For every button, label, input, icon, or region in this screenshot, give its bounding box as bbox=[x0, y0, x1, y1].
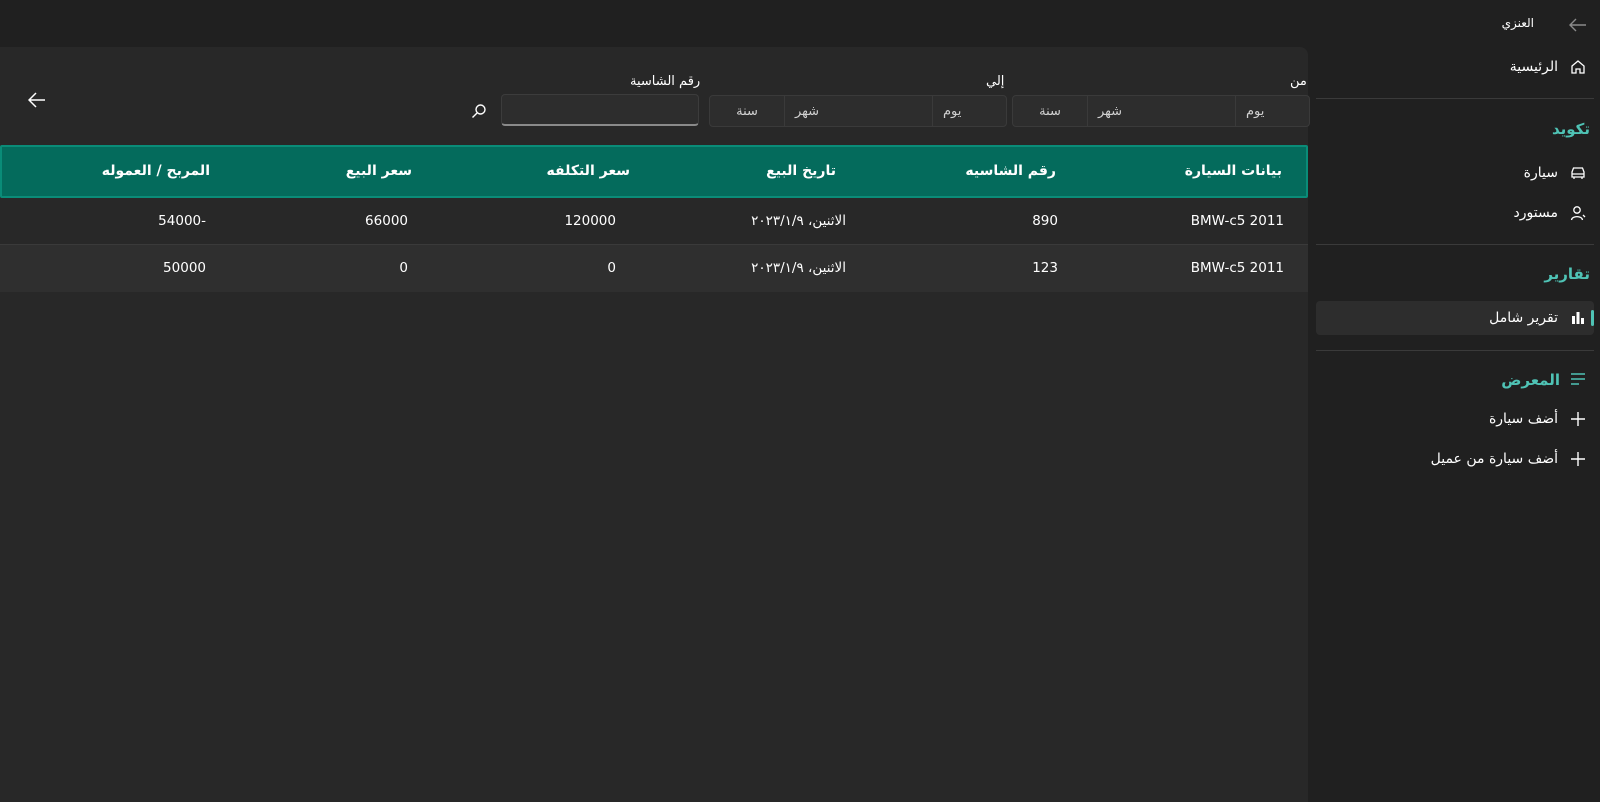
cell-chassis: 890 bbox=[1032, 213, 1058, 229]
search-button[interactable] bbox=[470, 102, 488, 120]
cell-sale-date: الاثنين، ٢٠٢٣/١/٩ bbox=[751, 213, 846, 229]
nav-item-add-car[interactable]: أضف سيارة bbox=[1316, 402, 1594, 436]
to-day[interactable]: يوم bbox=[932, 96, 1006, 126]
chassis-label: رقم الشاسية bbox=[630, 74, 701, 89]
nav-item-add-car-client-label: أضف سيارة من عميل bbox=[1430, 451, 1558, 467]
search-icon bbox=[472, 104, 486, 118]
table-row[interactable]: BMW-c5 2011 890 الاثنين، ٢٠٢٣/١/٩ 120000… bbox=[0, 198, 1308, 245]
cell-cost: 120000 bbox=[564, 213, 616, 229]
nav-item-car-label: سيارة bbox=[1523, 165, 1558, 181]
from-date-picker[interactable]: يوم شهر سنة bbox=[1012, 95, 1310, 127]
cell-sale-price: 0 bbox=[399, 260, 408, 276]
nav-divider bbox=[1316, 244, 1594, 245]
back-arrow-icon bbox=[1569, 18, 1586, 32]
to-label: إلي bbox=[986, 74, 1005, 89]
to-year[interactable]: سنة bbox=[710, 96, 784, 126]
home-icon bbox=[1562, 59, 1594, 75]
column-header[interactable]: المربح / العموله bbox=[102, 163, 210, 179]
report-page: من يوم شهر سنة إلي يوم شهر سنة رقم الشاس… bbox=[0, 47, 1310, 802]
to-month[interactable]: شهر bbox=[784, 96, 932, 126]
nav-divider bbox=[1316, 98, 1594, 99]
to-date-picker[interactable]: يوم شهر سنة bbox=[709, 95, 1007, 127]
nav-item-home-label: الرئيسية bbox=[1509, 59, 1558, 75]
nav-item-add-car-label: أضف سيارة bbox=[1488, 411, 1558, 427]
from-day[interactable]: يوم bbox=[1235, 96, 1309, 126]
column-header[interactable]: بيانات السيارة bbox=[1185, 163, 1282, 179]
nav-item-importer[interactable]: مستورد bbox=[1316, 196, 1594, 230]
car-icon bbox=[1562, 166, 1594, 180]
nav-item-full-report[interactable]: تقرير شامل bbox=[1316, 301, 1594, 335]
nav-item-car[interactable]: سيارة bbox=[1316, 156, 1594, 190]
nav-section-reports[interactable]: تقارير bbox=[1544, 265, 1590, 283]
cell-chassis: 123 bbox=[1032, 260, 1058, 276]
nav-section-showroom[interactable]: المعرض bbox=[1501, 371, 1560, 389]
nav-back-button[interactable] bbox=[1566, 14, 1590, 36]
chassis-search-input[interactable] bbox=[501, 94, 699, 126]
chart-icon bbox=[1562, 311, 1594, 325]
nav-item-importer-label: مستورد bbox=[1513, 205, 1558, 221]
cell-sale-price: 66000 bbox=[365, 213, 408, 229]
cell-car-info: BMW-c5 2011 bbox=[1190, 213, 1284, 229]
cell-cost: 0 bbox=[607, 260, 616, 276]
cell-car-info: BMW-c5 2011 bbox=[1190, 260, 1284, 276]
nav-item-add-car-client[interactable]: أضف سيارة من عميل bbox=[1316, 442, 1594, 476]
plus-icon bbox=[1562, 411, 1594, 427]
person-icon bbox=[1562, 205, 1594, 221]
table-row[interactable]: BMW-c5 2011 123 الاثنين، ٢٠٢٣/١/٩ 0 0 50… bbox=[0, 245, 1308, 292]
cell-profit: 50000 bbox=[163, 260, 206, 276]
column-header[interactable]: رقم الشاسيه bbox=[965, 163, 1056, 179]
column-header[interactable]: تاريخ البيع bbox=[766, 163, 836, 179]
cell-profit: 54000- bbox=[158, 213, 206, 229]
column-header[interactable]: سعر التكلفه bbox=[547, 163, 630, 179]
column-header[interactable]: سعر البيع bbox=[346, 163, 412, 179]
nav-section-coding[interactable]: تكويد bbox=[1552, 120, 1590, 138]
list-icon bbox=[1562, 362, 1594, 396]
table-header: بيانات السيارة رقم الشاسيه تاريخ البيع س… bbox=[0, 145, 1308, 198]
from-month[interactable]: شهر bbox=[1087, 96, 1235, 126]
nav-item-home[interactable]: الرئيسية bbox=[1316, 50, 1594, 84]
page-back-button[interactable] bbox=[24, 87, 50, 113]
cell-sale-date: الاثنين، ٢٠٢٣/١/٩ bbox=[751, 260, 846, 276]
app-title: العنزي bbox=[1501, 16, 1534, 30]
nav-divider bbox=[1316, 350, 1594, 351]
nav-title-bar: العنزي bbox=[1282, 10, 1600, 40]
navigation-pane: العنزي الرئيسية تكويد سيارة مستورد تقاري… bbox=[1282, 0, 1600, 802]
from-year[interactable]: سنة bbox=[1013, 96, 1087, 126]
back-arrow-icon bbox=[28, 92, 45, 108]
nav-item-full-report-label: تقرير شامل bbox=[1489, 310, 1558, 326]
plus-icon bbox=[1562, 451, 1594, 467]
from-label: من bbox=[1290, 74, 1307, 89]
